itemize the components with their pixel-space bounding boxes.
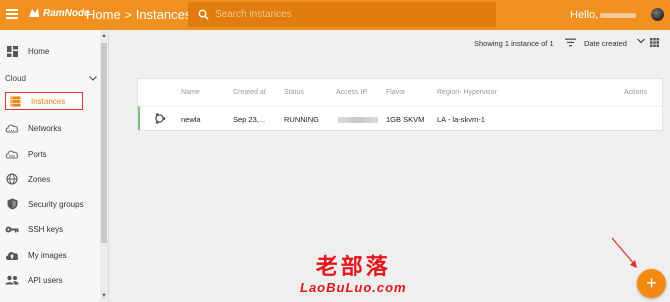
- menu-icon[interactable]: [6, 9, 18, 19]
- watermark: 老部落 LaoBuLuo.com: [300, 257, 407, 295]
- sidebar-item-zones[interactable]: Zones: [0, 168, 100, 190]
- watermark-cn: 老部落: [315, 255, 391, 280]
- grid-view-icon[interactable]: [650, 38, 659, 47]
- scroll-down-icon[interactable]: ▼: [101, 292, 107, 300]
- chevron-down-icon: [89, 75, 97, 81]
- cloud-upload-icon: [5, 248, 19, 262]
- list-toolbar: Showing 1 instance of 1 Date created: [110, 30, 670, 56]
- sidebar-item-my-images[interactable]: My images: [0, 244, 100, 266]
- scrollbar-thumb[interactable]: [101, 43, 107, 243]
- search-bar: [188, 2, 496, 27]
- column-header-region[interactable]: Region- Hypervisor: [437, 89, 497, 96]
- sidebar-item-label: Security groups: [28, 199, 84, 209]
- table-row[interactable]: newla Sep 23,... RUNNING 1GB SKVM LA - l…: [138, 106, 662, 130]
- ramnode-logo-icon: [29, 8, 39, 17]
- top-bar: RamNode Home > Instances Hello,: [0, 0, 670, 30]
- breadcrumb-home[interactable]: Home: [86, 7, 121, 22]
- sidebar-item-ports[interactable]: Ports: [0, 143, 100, 165]
- annotation-arrow: [611, 237, 637, 268]
- brand-name: RamNode: [43, 7, 90, 19]
- scroll-up-icon[interactable]: ▲: [101, 32, 107, 40]
- sidebar-item-label: API users: [28, 275, 63, 285]
- breadcrumb: Home > Instances: [86, 7, 191, 22]
- create-instance-button[interactable]: +: [637, 269, 666, 298]
- instance-flavor: 1GB SKVM: [386, 115, 425, 124]
- ubuntu-icon: [155, 113, 166, 124]
- sidebar-item-label: SSH keys: [28, 224, 64, 234]
- cloud-network-icon: [5, 121, 19, 135]
- column-header-flavor[interactable]: Flavor: [386, 89, 405, 96]
- avatar[interactable]: [651, 8, 664, 21]
- access-ip-redacted: [338, 117, 378, 123]
- sidebar-item-api-users[interactable]: API users: [0, 269, 100, 291]
- username-redacted: [600, 12, 637, 18]
- globe-icon: [5, 172, 19, 186]
- sidebar-item-label: Ports: [28, 149, 47, 159]
- sidebar-section-cloud[interactable]: Cloud: [5, 70, 97, 86]
- sort-icon[interactable]: [565, 38, 576, 47]
- column-header-name[interactable]: Name: [181, 89, 200, 96]
- cloud-ports-icon: [5, 147, 19, 161]
- sidebar-item-home[interactable]: Home: [0, 40, 100, 62]
- sidebar-item-instances[interactable]: Instances: [5, 92, 83, 110]
- result-count: Showing 1 instance of 1: [474, 39, 554, 48]
- watermark-en: LaoBuLuo.com: [300, 280, 407, 295]
- instances-table: Name Created at Status Access IP Flavor …: [137, 78, 663, 131]
- user-greeting[interactable]: Hello,: [570, 9, 637, 21]
- instance-created-at: Sep 23,...: [233, 115, 266, 124]
- search-icon: [198, 9, 209, 20]
- dashboard-icon: [5, 44, 19, 58]
- column-header-actions: Actions: [624, 89, 647, 96]
- section-label: Cloud: [5, 73, 26, 83]
- instance-name[interactable]: newla: [181, 115, 201, 124]
- sidebar-item-ssh-keys[interactable]: SSH keys: [0, 218, 100, 240]
- greeting-text: Hello,: [570, 9, 599, 21]
- sidebar-item-label: Networks: [28, 123, 62, 133]
- sidebar-item-label: Instances: [31, 96, 66, 106]
- instance-status: RUNNING: [284, 115, 319, 124]
- sidebar: Home Cloud Instances Networks Ports Zone…: [0, 30, 109, 302]
- search-input[interactable]: [215, 9, 485, 20]
- key-icon: [5, 222, 19, 236]
- sidebar-item-networks[interactable]: Networks: [0, 117, 100, 139]
- server-icon: [8, 94, 22, 108]
- sidebar-item-label: My images: [28, 250, 67, 260]
- instance-region: LA - la-skvm-1: [437, 115, 485, 124]
- column-header-status[interactable]: Status: [284, 89, 304, 96]
- chevron-down-icon[interactable]: [637, 38, 645, 44]
- sidebar-item-security-groups[interactable]: Security groups: [0, 193, 100, 215]
- breadcrumb-current: Instances: [135, 7, 192, 22]
- sidebar-scrollbar[interactable]: ▲ ▼: [100, 30, 108, 302]
- breadcrumb-separator: >: [124, 7, 132, 22]
- sidebar-item-label: Zones: [28, 174, 51, 184]
- shield-icon: [5, 197, 19, 211]
- sort-select[interactable]: Date created: [584, 39, 627, 48]
- column-header-access-ip[interactable]: Access IP: [336, 89, 367, 96]
- users-icon: [5, 273, 19, 287]
- logo[interactable]: RamNode: [27, 7, 90, 19]
- sidebar-item-label: Home: [28, 46, 50, 56]
- column-header-created-at[interactable]: Created at: [233, 89, 266, 96]
